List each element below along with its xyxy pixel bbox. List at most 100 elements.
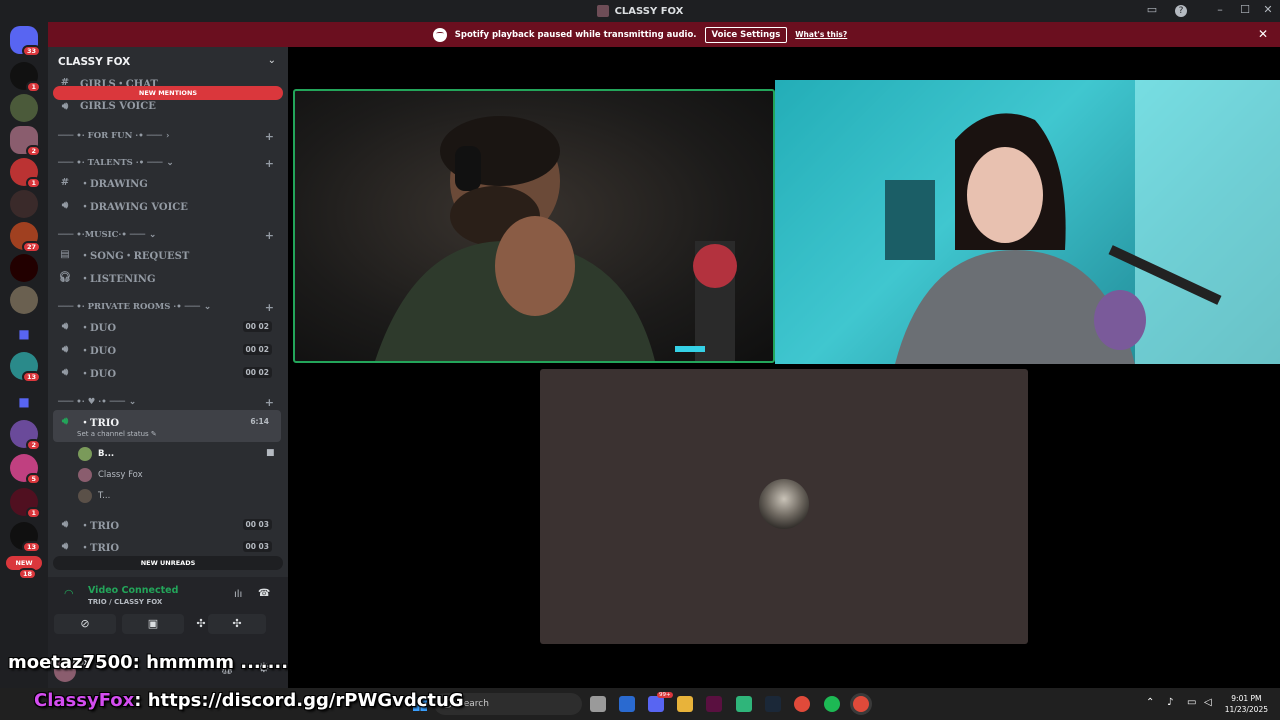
steam-icon[interactable] xyxy=(765,696,781,712)
guild-name[interactable]: CLASSY FOX xyxy=(58,56,130,68)
close-notice-icon[interactable]: ✕ xyxy=(1258,27,1268,41)
chevron-up-icon[interactable]: ⌃ xyxy=(1146,697,1154,708)
folder-icon[interactable]: ■ xyxy=(10,388,38,416)
channel-label: ・DRAWING xyxy=(80,178,148,190)
channel-label: ・DRAWING VOICE xyxy=(80,201,188,213)
folder-icon[interactable]: ■ xyxy=(10,320,38,348)
chat-app-icon[interactable] xyxy=(736,696,752,712)
new-unreads-banner[interactable]: NEW UNREADS xyxy=(53,556,283,570)
category-for-fun[interactable]: ─── •· FOR FUN ·• ─── › + xyxy=(58,129,280,143)
clock-time: 9:01 PM xyxy=(1231,694,1262,703)
server-icon-11[interactable]: 5 xyxy=(10,454,41,485)
channel-duo-1[interactable]: 🔊︎ ・DUO 00 02 xyxy=(58,317,280,335)
network-icon[interactable]: ▭ xyxy=(1187,697,1196,708)
user-limit-badge: 00 02 xyxy=(242,343,272,355)
channel-song-request[interactable]: ▤ ・SONG・REQUEST xyxy=(58,245,280,263)
editor-app-icon[interactable] xyxy=(706,696,722,712)
chevron-down-icon: ⌄ xyxy=(204,302,212,312)
channel-trio-active[interactable]: 🔊︎ ・TRIO 6:14 xyxy=(58,412,280,430)
noise-suppression-icon[interactable]: ılı xyxy=(234,589,242,600)
server-icon-4[interactable]: 1 xyxy=(10,158,41,189)
chrome-icon[interactable] xyxy=(794,696,810,712)
discord-app-icon[interactable] xyxy=(648,696,664,712)
server-icon-2[interactable] xyxy=(10,94,38,122)
activities-button-wide[interactable]: ✣ xyxy=(208,614,266,634)
forum-icon: ▤ xyxy=(60,248,70,260)
channel-trio-3[interactable]: 🔊︎ ・TRIO 00 03 xyxy=(58,537,280,555)
video-camera-icon: ■ xyxy=(266,448,275,458)
help-icon[interactable]: ? xyxy=(1175,5,1187,17)
camera-toggle-button[interactable]: ⊘ xyxy=(54,614,116,634)
category-heart[interactable]: ─── •· ♥ ·• ─── ⌄ + xyxy=(58,395,280,409)
window-title: CLASSY FOX xyxy=(614,5,684,17)
video-tile-no-camera[interactable] xyxy=(540,369,1028,644)
channel-listening[interactable]: 🎧︎ ・LISTENING xyxy=(58,268,280,286)
chevron-down-icon: ⌄ xyxy=(128,397,137,407)
microphone-icon[interactable]: ♪ xyxy=(1167,697,1173,708)
pencil-icon: ✎ xyxy=(150,430,157,438)
channel-status[interactable]: Set a channel status ✎ xyxy=(77,430,157,438)
discord-badge: 99+ xyxy=(657,692,673,698)
voice-settings-button[interactable]: Voice Settings xyxy=(704,26,788,43)
close-window-button[interactable]: ✕ xyxy=(1260,3,1276,16)
category-label: ─── •· FOR FUN ·• ─── xyxy=(58,131,163,141)
channel-duo-2[interactable]: 🔊︎ ・DUO 00 02 xyxy=(58,340,280,358)
volume-icon[interactable]: ◁ xyxy=(1204,697,1212,708)
channel-drawing-voice[interactable]: 🔊︎ ・DRAWING VOICE xyxy=(58,196,280,214)
chrome-active-icon[interactable] xyxy=(853,696,869,712)
server-icon-9[interactable]: 13 xyxy=(10,352,41,383)
category-label: ─── •· ♥ ·• ─── xyxy=(58,397,125,407)
signal-icon[interactable]: ◠ xyxy=(64,587,74,600)
server-icon-10[interactable]: 2 xyxy=(10,420,41,451)
category-private-rooms[interactable]: ─── •· PRIVATE ROOMS ·• ─── ⌄ + xyxy=(58,300,280,314)
server-icon-13[interactable]: 13 xyxy=(10,522,41,553)
spotify-app-icon[interactable] xyxy=(824,696,840,712)
user-limit-badge: 00 02 xyxy=(242,320,272,332)
screen-share-button[interactable]: ▣ xyxy=(122,614,184,634)
camera-off-icon: ⊘ xyxy=(80,617,90,630)
voice-user-name: Classy Fox xyxy=(98,470,143,480)
category-music[interactable]: ─── •·MUSIC·• ─── ⌄ + xyxy=(58,228,280,242)
server-icon-1[interactable]: 1 xyxy=(10,62,41,93)
voice-status[interactable]: Video Connected xyxy=(88,585,178,596)
task-view-icon[interactable] xyxy=(590,696,606,712)
voice-user-1[interactable]: B... xyxy=(78,446,114,462)
maximize-button[interactable]: ☐ xyxy=(1237,3,1253,16)
speaker-live-icon: 🔊︎ xyxy=(61,415,69,427)
category-label: ─── •·MUSIC·• ─── xyxy=(58,230,146,240)
file-explorer-icon[interactable] xyxy=(677,696,693,712)
voice-user-3[interactable]: T... xyxy=(78,488,110,504)
server-icon-12[interactable]: 1 xyxy=(10,488,41,519)
channel-duo-3[interactable]: 🔊︎ ・DUO 00 02 xyxy=(58,363,280,381)
add-channel-icon[interactable]: + xyxy=(265,396,274,409)
add-channel-icon[interactable]: + xyxy=(265,229,274,242)
server-icon-7[interactable] xyxy=(10,254,38,282)
direct-messages-button[interactable]: 33 xyxy=(10,26,41,57)
server-icon-active[interactable]: 2 xyxy=(10,126,41,157)
category-talents[interactable]: ─── •· TALENTS ·• ─── ⌄ + xyxy=(58,156,280,170)
add-channel-icon[interactable]: + xyxy=(265,130,274,143)
server-icon-8[interactable] xyxy=(10,286,38,314)
video-tile-classy-fox[interactable] xyxy=(775,80,1280,364)
screen-share-icon[interactable]: ▭ xyxy=(1144,3,1160,16)
server-icon-5[interactable] xyxy=(10,190,38,218)
mail-app-icon[interactable] xyxy=(619,696,635,712)
voice-location[interactable]: TRIO / CLASSY FOX xyxy=(88,598,162,606)
speaker-icon: 🔊︎ xyxy=(61,320,69,332)
minimize-button[interactable]: – xyxy=(1212,3,1228,16)
channel-drawing[interactable]: # ・DRAWING xyxy=(58,173,280,191)
taskbar-clock[interactable]: 9:01 PM 11/23/2025 xyxy=(1225,693,1268,715)
server-icon-6[interactable]: 27 xyxy=(10,222,41,253)
avatar xyxy=(759,479,809,529)
server-badge: 2 xyxy=(26,145,41,157)
chevron-down-icon[interactable]: ⌄ xyxy=(268,55,276,66)
disconnect-icon[interactable]: ☎ xyxy=(258,588,270,599)
stream-brand-overlay: ClassyFox: https://discord.gg/rPWGvdctuG xyxy=(34,690,464,711)
add-channel-icon[interactable]: + xyxy=(265,301,274,314)
channel-girls-voice[interactable]: 🔊︎ GIRLS VOICE xyxy=(58,97,280,115)
channel-trio-2[interactable]: 🔊︎ ・TRIO 00 03 xyxy=(58,515,280,533)
voice-user-2[interactable]: Classy Fox xyxy=(78,467,143,483)
video-tile-speaking[interactable] xyxy=(293,89,775,363)
whats-this-link[interactable]: What's this? xyxy=(795,30,847,39)
add-channel-icon[interactable]: + xyxy=(265,157,274,170)
